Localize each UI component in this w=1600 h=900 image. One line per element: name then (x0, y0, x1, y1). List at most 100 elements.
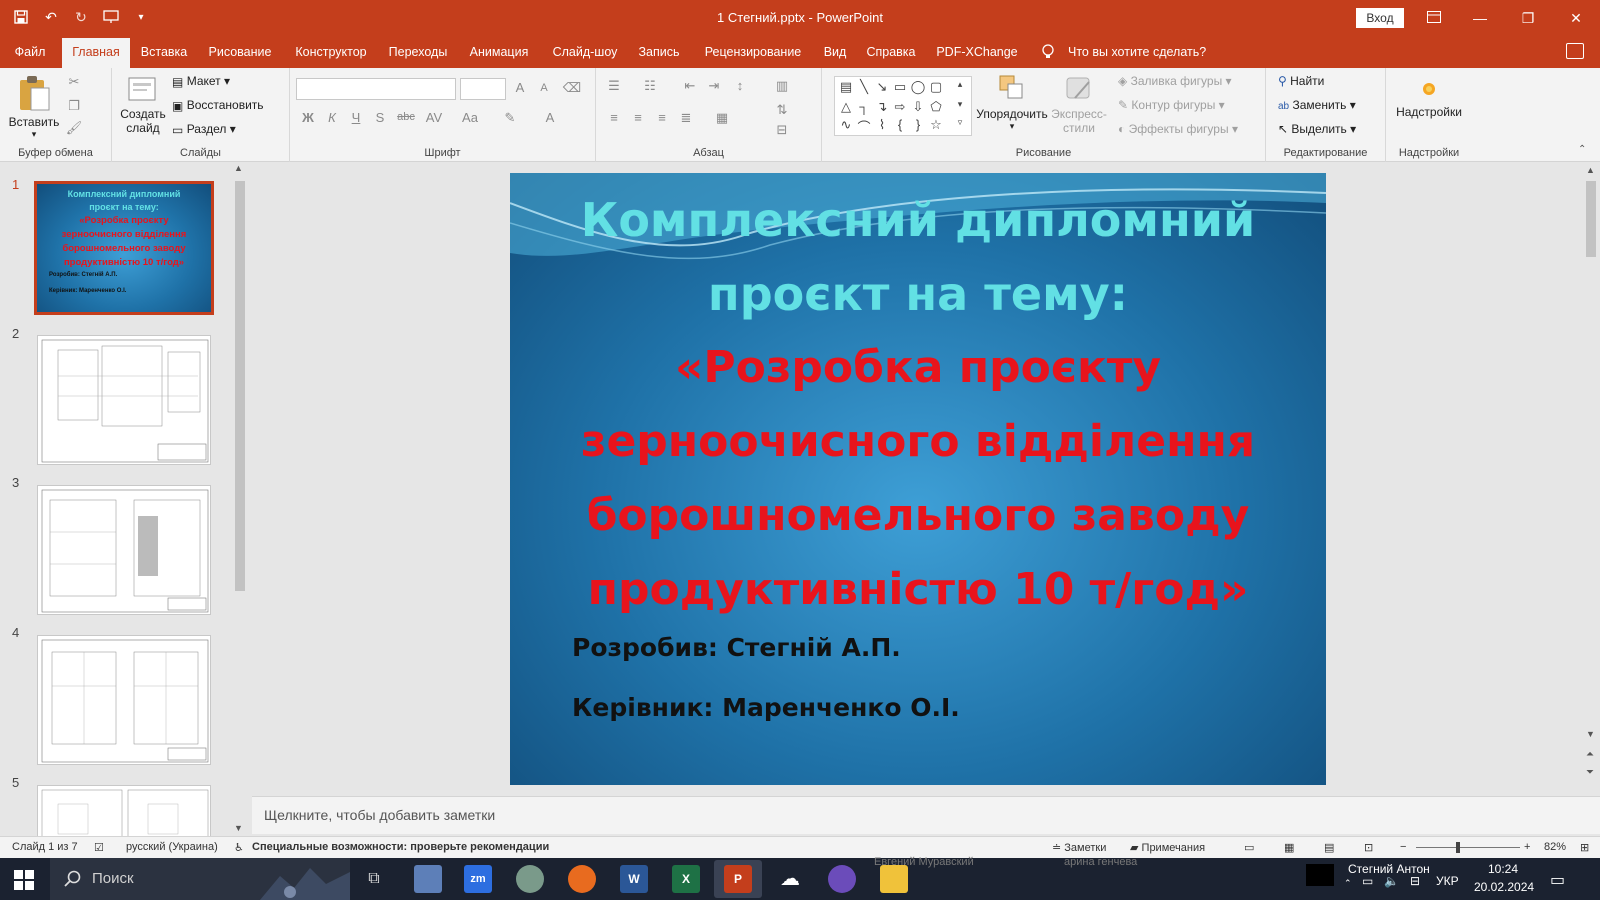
notification-icon[interactable]: ▭ (1550, 870, 1565, 890)
notes-toggle[interactable]: ≐ Заметки (1052, 841, 1106, 854)
justify-icon[interactable]: ≣ (676, 110, 696, 126)
clock-time[interactable]: 10:24 (1488, 862, 1518, 876)
numbering-icon[interactable]: ☷ (640, 78, 660, 94)
slide-topic-line2[interactable]: зерноочисного відділення (510, 405, 1326, 479)
arc-shape-icon[interactable]: ⌒ (855, 117, 873, 136)
replace-button[interactable]: ab Заменить ▾ (1278, 98, 1356, 112)
scroll-down-icon[interactable]: ▼ (1586, 729, 1595, 739)
next-slide-icon[interactable]: ⏷ (1586, 767, 1594, 778)
tab-help[interactable]: Справка (862, 36, 920, 68)
oval-shape-icon[interactable]: ◯ (909, 79, 927, 95)
gallery-up-icon[interactable]: ▴ (951, 79, 969, 90)
find-button[interactable]: ⚲ Найти (1278, 74, 1324, 88)
comments-icon[interactable] (1566, 43, 1584, 59)
thumbnail-slide-2[interactable] (37, 335, 211, 465)
slide-topic-line4[interactable]: продуктивністю 10 т/год» (510, 553, 1326, 627)
arrange-button[interactable]: Упорядочить ▾ (972, 72, 1052, 132)
notes-pane[interactable]: Щелкните, чтобы добавить заметки (252, 796, 1600, 834)
strikethrough-button[interactable]: abc (394, 111, 418, 123)
reset-button[interactable]: ▣ Восстановить (172, 98, 264, 113)
rectangle-shape-icon[interactable]: ▭ (891, 79, 909, 95)
tab-animations[interactable]: Анимация (462, 36, 536, 68)
zoom-out-icon[interactable]: − (1400, 841, 1406, 853)
right-arrow-shape-icon[interactable]: ⇨ (891, 99, 909, 115)
clock-date[interactable]: 20.02.2024 (1474, 880, 1534, 894)
taskbar-app-icon[interactable] (414, 865, 442, 893)
tray-chevron-icon[interactable]: ⌃ (1344, 878, 1352, 889)
comments-toggle[interactable]: ▰ Примечания (1130, 841, 1205, 854)
accessibility-status[interactable]: Специальные возможности: проверьте реком… (252, 841, 549, 853)
restore-button[interactable]: ❐ (1508, 6, 1548, 30)
firefox-app-icon[interactable] (568, 865, 596, 893)
tab-slideshow[interactable]: Слайд-шоу (546, 36, 624, 68)
thumbnail-scrollbar[interactable]: ▲ ▼ (232, 163, 248, 838)
collapse-ribbon-icon[interactable]: ⌃ (1578, 144, 1586, 155)
pentagon-shape-icon[interactable]: ⬠ (927, 99, 945, 115)
tab-record[interactable]: Запись (634, 36, 684, 68)
grow-font-icon[interactable]: A (510, 80, 530, 95)
quick-styles-button[interactable]: Экспресс- стили (1048, 72, 1110, 135)
input-language[interactable]: УКР (1436, 874, 1459, 888)
zoom-slider-thumb[interactable] (1456, 842, 1460, 853)
notes-placeholder[interactable]: Щелкните, чтобы добавить заметки (264, 807, 495, 823)
minimize-button[interactable]: — (1460, 6, 1500, 30)
cut-icon[interactable]: ✂ (64, 74, 84, 90)
clear-formatting-icon[interactable]: ⌫ (562, 80, 582, 96)
star-shape-icon[interactable]: ☆ (927, 117, 945, 133)
reading-view-icon[interactable]: ▤ (1324, 841, 1334, 854)
zoom-level[interactable]: 82% (1544, 841, 1566, 853)
excel-app-icon[interactable]: X (672, 865, 700, 893)
shrink-font-icon[interactable]: A (534, 82, 554, 94)
shape-outline-button[interactable]: ✎ Контур фигуры ▾ (1118, 98, 1225, 112)
slide-title-line1[interactable]: Комплексний дипломний (510, 183, 1326, 257)
increase-indent-icon[interactable]: ⇥ (704, 78, 724, 94)
slide-topic-line1[interactable]: «Розробка проєкту (510, 331, 1326, 405)
elbow-connector-icon[interactable]: ┐ (855, 99, 873, 114)
slideshow-view-icon[interactable]: ⊡ (1364, 841, 1373, 854)
scroll-up-icon[interactable]: ▲ (1586, 165, 1595, 175)
select-button[interactable]: ↖ Выделить ▾ (1278, 122, 1356, 136)
onedrive-app-icon[interactable]: ☁ (776, 865, 804, 893)
arrow-line-shape-icon[interactable]: ↘ (873, 79, 891, 95)
columns-icon[interactable]: ▥ (772, 78, 792, 94)
accessibility-icon[interactable]: ♿ (234, 841, 244, 854)
thumbnail-slide-5[interactable] (37, 785, 211, 838)
slide-supervisor[interactable]: Керівник: Маренченко О.І. (572, 693, 960, 722)
elbow-arrow-icon[interactable]: ↴ (873, 99, 891, 115)
thumbnail-slide-3[interactable] (37, 485, 211, 615)
task-view-icon[interactable]: ⧉ (360, 865, 388, 893)
tab-pdf-xchange[interactable]: PDF-XChange (932, 36, 1022, 68)
shadow-button[interactable]: S (370, 110, 390, 125)
volume-icon[interactable]: 🔈 (1384, 874, 1399, 888)
tab-transitions[interactable]: Переходы (384, 36, 452, 68)
windows-start-icon[interactable] (14, 870, 34, 893)
textbox-shape-icon[interactable]: ▤ (837, 79, 855, 95)
shape-effects-button[interactable]: ◐ Эффекты фигуры ▾ (1118, 122, 1238, 136)
highlight-icon[interactable]: ✎ (500, 110, 520, 126)
thumbnail-slide-4[interactable] (37, 635, 211, 765)
network-icon[interactable]: ⊟ (1410, 874, 1420, 888)
normal-view-icon[interactable]: ▭ (1244, 841, 1254, 854)
font-family-select[interactable] (296, 78, 456, 100)
align-left-icon[interactable]: ≡ (604, 110, 624, 125)
columns-dropdown-icon[interactable]: ▦ (712, 110, 732, 126)
tab-design[interactable]: Конструктор (286, 36, 376, 68)
left-brace-icon[interactable]: { (891, 117, 909, 132)
chrome-app-icon[interactable] (516, 865, 544, 893)
font-color-button[interactable]: A (540, 110, 560, 125)
user-avatar[interactable] (1306, 864, 1334, 886)
font-size-select[interactable] (460, 78, 506, 100)
bold-button[interactable]: Ж (298, 110, 318, 125)
change-case-button[interactable]: Aa (458, 110, 482, 125)
text-direction-icon[interactable]: ⇅ (772, 102, 792, 118)
underline-button[interactable]: Ч (346, 110, 366, 125)
triangle-shape-icon[interactable]: △ (837, 99, 855, 115)
addins-button[interactable]: Надстройки (1390, 76, 1468, 119)
tab-home[interactable]: Главная (62, 38, 130, 68)
thumbnail-scroll-thumb[interactable] (235, 181, 245, 591)
powerpoint-active-slot[interactable]: P (714, 860, 762, 898)
tab-view[interactable]: Вид (820, 36, 850, 68)
gallery-more-icon[interactable]: ▿ (951, 117, 969, 128)
line-spacing-icon[interactable]: ↕ (730, 78, 750, 93)
slide-scrollbar[interactable]: ▲ ▼ ⏶ ⏷ (1582, 163, 1600, 793)
